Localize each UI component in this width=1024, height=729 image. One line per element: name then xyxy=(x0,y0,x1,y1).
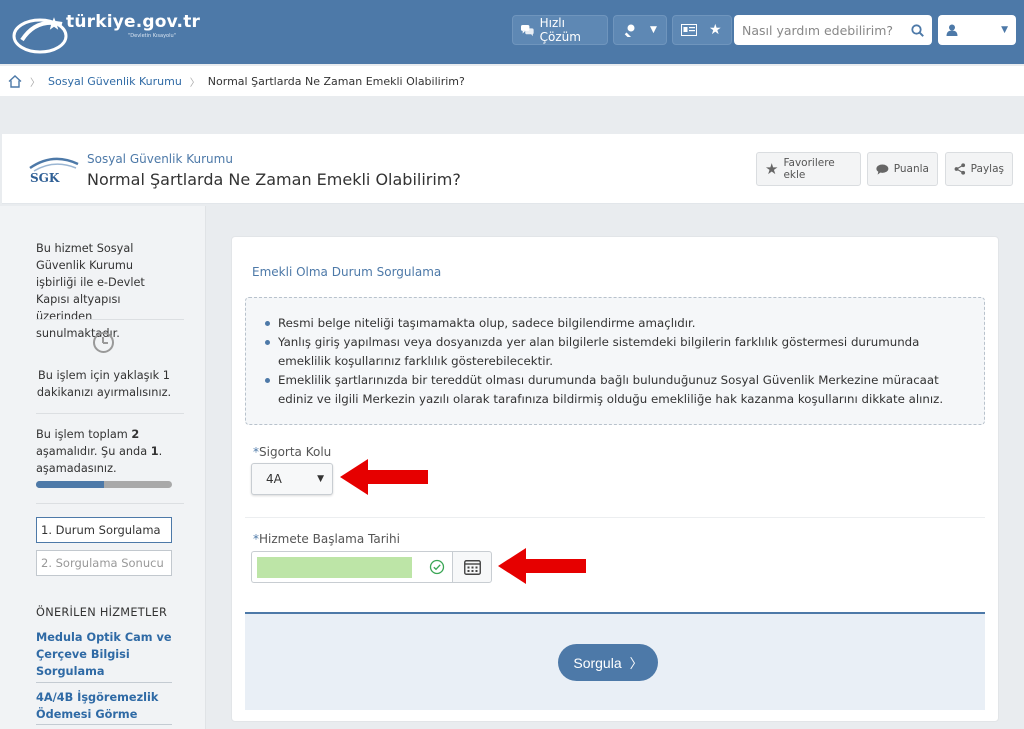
insurance-branch-select[interactable]: 4A ▼ xyxy=(251,463,333,495)
recommended-link-medula[interactable]: Medula Optik Cam ve Çerçeve Bilgisi Sorg… xyxy=(36,629,176,680)
page-title: Normal Şartlarda Ne Zaman Emekli Olabili… xyxy=(87,170,461,189)
info-notice-list: Resmi belge niteliği taşımamakta olup, s… xyxy=(265,314,965,409)
duration-info: Bu işlem için yaklaşık 1 dakikanızı ayır… xyxy=(36,369,172,399)
stage-info: Bu işlem toplam 2 aşamalıdır. Şu anda 1.… xyxy=(36,426,176,477)
info-note: Resmi belge niteliği taşımamakta olup, s… xyxy=(265,314,965,333)
step-sorgulama-sonucu: 2. Sorgulama Sonucu xyxy=(36,550,172,576)
key-icon xyxy=(624,24,635,37)
star-icon[interactable]: ★ xyxy=(709,22,722,38)
query-submit-button[interactable]: Sorgula 〉 xyxy=(558,644,658,681)
rate-button[interactable]: Puanla xyxy=(867,152,938,186)
login-key-button[interactable]: ▼ xyxy=(613,15,667,45)
query-submit-label: Sorgula xyxy=(573,654,622,671)
user-menu-dropdown[interactable]: ▼ xyxy=(938,15,1016,45)
info-note: Emeklilik şartlarınızda bir tereddüt olm… xyxy=(265,371,965,409)
id-card-icon xyxy=(681,24,697,36)
search-icon[interactable] xyxy=(911,23,924,37)
sidebar-link-divider xyxy=(36,724,172,725)
logo-subtitle: "Devletin Kısayolu" xyxy=(128,33,176,39)
sgk-logo-text: SGK xyxy=(30,171,60,185)
stage-info-text: aşamalıdır. Şu anda xyxy=(36,445,151,458)
search-input[interactable] xyxy=(742,22,907,38)
breadcrumb-current: Normal Şartlarda Ne Zaman Emekli Olabili… xyxy=(207,74,465,88)
service-organization: Sosyal Güvenlik Kurumu xyxy=(87,152,233,166)
sgk-logo: SGK xyxy=(29,157,79,185)
breadcrumb-link-sgk[interactable]: Sosyal Güvenlik Kurumu xyxy=(48,75,182,88)
service-start-date-label: *Hizmete Başlama Tarihi xyxy=(253,532,400,546)
quick-solution-button[interactable]: Hızlı Çözüm xyxy=(512,15,608,45)
date-value-redacted xyxy=(257,557,412,578)
insurance-branch-label: *Sigorta Kolu xyxy=(253,445,331,459)
info-note: Yanlış giriş yapılması veya dosyanızda y… xyxy=(265,333,965,371)
red-arrow-left-icon xyxy=(498,548,586,584)
caret-down-icon: ▼ xyxy=(1001,25,1008,35)
recommended-services-heading: ÖNERİLEN HİZMETLER xyxy=(36,606,168,619)
add-favorite-button[interactable]: ★ Favorilere ekle xyxy=(756,152,861,186)
speech-bubble-icon xyxy=(876,164,889,175)
share-icon xyxy=(954,163,966,175)
chat-bubbles-icon xyxy=(521,24,534,36)
field-separator xyxy=(245,517,985,518)
recommended-link-isgoremezlik[interactable]: 4A/4B İşgöremezlik Ödemesi Görme xyxy=(36,689,176,723)
stage-info-text: Bu işlem toplam xyxy=(36,428,132,441)
red-arrow-left-icon xyxy=(340,459,428,495)
add-favorite-label: Favorilere ekle xyxy=(783,157,835,181)
service-start-date-label-text: Hizmete Başlama Tarihi xyxy=(259,532,400,546)
top-header: türkiye.gov.tr "Devletin Kısayolu" Hızlı… xyxy=(0,0,1024,64)
stage-current: 1 xyxy=(150,445,159,458)
stage-progress-fill xyxy=(36,481,104,488)
insurance-branch-label-text: Sigorta Kolu xyxy=(259,445,332,459)
form-title: Emekli Olma Durum Sorgulama xyxy=(252,265,442,279)
service-provider-info: Bu hizmet Sosyal Güvenlik Kurumu işbirli… xyxy=(36,242,145,340)
search-box xyxy=(734,15,932,45)
crescent-star-icon xyxy=(12,17,68,54)
share-button[interactable]: Paylaş xyxy=(945,152,1013,186)
sidebar-link-divider xyxy=(36,682,172,683)
stage-total: 2 xyxy=(131,428,140,441)
stage-progress-bar xyxy=(36,481,172,488)
breadcrumb: 〉 Sosyal Güvenlik Kurumu 〉 Normal Şartla… xyxy=(0,66,1024,96)
sidebar-divider xyxy=(36,503,184,504)
home-icon[interactable] xyxy=(8,74,22,88)
quick-solution-label: Hızlı Çözüm xyxy=(539,16,581,44)
insurance-branch-value: 4A xyxy=(266,472,282,486)
caret-down-icon: ▼ xyxy=(650,25,657,35)
user-icon xyxy=(946,24,958,36)
share-label: Paylaş xyxy=(970,163,1004,175)
logo-text: türkiye.gov.tr xyxy=(66,12,201,32)
sidebar-divider xyxy=(36,319,184,320)
rate-label: Puanla xyxy=(893,163,929,175)
chevron-right-icon: 〉 xyxy=(629,656,643,671)
clock-icon xyxy=(93,332,114,353)
chevron-right-icon: 〉 xyxy=(189,77,200,89)
star-icon: ★ xyxy=(765,160,779,178)
id-card-favorites-button[interactable]: ★ xyxy=(672,15,732,45)
caret-down-icon: ▼ xyxy=(317,474,324,484)
sidebar-divider xyxy=(36,413,184,414)
step-durum-sorgulama[interactable]: 1. Durum Sorgulama xyxy=(36,517,172,543)
calendar-icon xyxy=(463,560,481,575)
calendar-button[interactable] xyxy=(452,551,492,583)
check-circle-icon xyxy=(429,559,445,575)
chevron-right-icon: 〉 xyxy=(30,77,40,89)
